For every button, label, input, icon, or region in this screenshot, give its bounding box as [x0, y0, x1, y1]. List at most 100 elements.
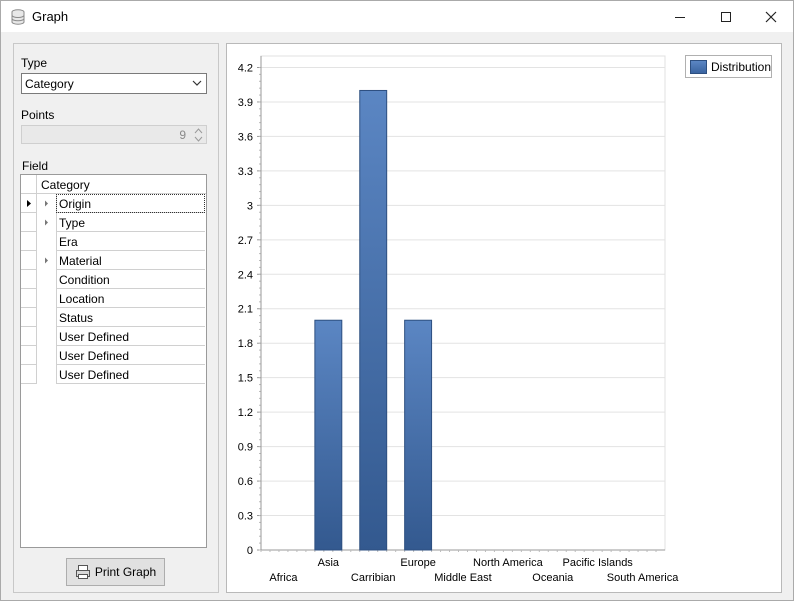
spin-down-icon[interactable] [194, 135, 203, 143]
y-tick-label: 2.4 [238, 269, 253, 281]
field-cell[interactable]: Origin [56, 194, 205, 213]
y-tick-label: 0 [247, 545, 253, 557]
field-row[interactable]: Condition [21, 270, 206, 289]
field-cell[interactable]: Location [56, 289, 205, 308]
y-tick-label: 3.3 [238, 166, 253, 178]
bar-asia[interactable] [314, 319, 343, 551]
expand-cell [37, 232, 56, 251]
chart-legend: Distribution [685, 55, 772, 78]
bar-carribian[interactable] [359, 89, 388, 551]
row-selector[interactable] [21, 270, 37, 289]
field-row[interactable]: Origin [21, 194, 206, 213]
expand-arrow-icon[interactable] [37, 251, 56, 270]
y-tick-label: 2.1 [238, 304, 253, 316]
expand-cell [37, 289, 56, 308]
x-tick-label: North America [473, 557, 544, 569]
current-row-icon [27, 200, 31, 207]
points-stepper[interactable]: 9 [21, 125, 207, 144]
field-row[interactable]: Era [21, 232, 206, 251]
field-row[interactable]: User Defined [21, 346, 206, 365]
field-cell[interactable]: Condition [56, 270, 205, 289]
grid-corner [21, 175, 37, 194]
legend-swatch [690, 60, 707, 74]
type-label: Type [21, 56, 48, 70]
field-row[interactable]: Type [21, 213, 206, 232]
y-tick-label: 4.2 [238, 62, 253, 74]
expand-cell [37, 270, 56, 289]
y-tick-label: 3.9 [238, 97, 253, 109]
grid-header: Category [21, 175, 206, 194]
chevron-down-icon [192, 80, 202, 86]
y-tick-label: 0.6 [238, 476, 253, 488]
print-graph-label: Print Graph [94, 565, 157, 579]
y-tick-label: 0.3 [238, 511, 253, 523]
minimize-icon [675, 16, 685, 18]
y-tick-label: 3.6 [238, 131, 253, 143]
options-panel: Type Category Points 9 Field Category Or… [13, 43, 219, 593]
points-value: 9 [179, 128, 186, 142]
x-tick-label: Europe [400, 557, 435, 569]
expand-cell [37, 346, 56, 365]
expand-cell[interactable] [37, 194, 56, 213]
expand-cell [37, 327, 56, 346]
database-icon [11, 9, 25, 25]
expand-arrow-icon[interactable] [37, 213, 56, 232]
row-selector[interactable] [21, 308, 37, 327]
legend-label: Distribution [711, 60, 772, 74]
expand-cell[interactable] [37, 251, 56, 270]
row-selector[interactable] [21, 232, 37, 251]
field-cell[interactable]: User Defined [56, 365, 205, 384]
row-selector[interactable] [21, 251, 37, 270]
graph-window: Graph Type Category Points 9 Field Categ… [0, 0, 794, 601]
expand-cell [37, 308, 56, 327]
grid-header-label: Category [41, 178, 90, 192]
y-tick-label: 1.2 [238, 407, 253, 419]
maximize-icon [721, 11, 731, 22]
y-tick-label: 1.8 [238, 338, 253, 350]
print-graph-button[interactable]: Print Graph [66, 558, 165, 586]
field-row[interactable]: User Defined [21, 327, 206, 346]
field-cell[interactable]: Status [56, 308, 205, 327]
x-tick-label: Oceania [532, 572, 574, 584]
field-row[interactable]: User Defined [21, 365, 206, 384]
field-cell[interactable]: User Defined [56, 346, 205, 365]
x-tick-label: Carribian [351, 572, 396, 584]
field-row[interactable]: Material [21, 251, 206, 270]
printer-icon [75, 565, 90, 579]
row-selector[interactable] [21, 365, 37, 384]
close-button[interactable] [748, 1, 794, 32]
window-title: Graph [32, 9, 69, 24]
field-row[interactable]: Status [21, 308, 206, 327]
field-cell[interactable]: Material [56, 251, 205, 270]
field-cell[interactable]: Era [56, 232, 205, 251]
bar-chart: 0 0.3 0.6 0.9 1.2 1.5 1.8 2.1 2.4 2.7 3 3.3 3.6 3.9 4.… [238, 55, 679, 584]
spin-up-icon[interactable] [194, 127, 203, 135]
field-row[interactable]: Location [21, 289, 206, 308]
title-bar[interactable]: Graph [1, 1, 793, 32]
expand-cell [37, 365, 56, 384]
expand-cell[interactable] [37, 213, 56, 232]
bar-europe[interactable] [404, 319, 433, 551]
minimize-button[interactable] [657, 1, 703, 32]
row-selector[interactable] [21, 213, 37, 232]
x-tick-label: Africa [269, 572, 298, 584]
row-selector[interactable] [21, 327, 37, 346]
field-grid[interactable]: Category Origin Type Era Material Condition L… [20, 174, 207, 548]
type-dropdown[interactable]: Category [21, 73, 207, 94]
field-label: Field [22, 159, 49, 173]
maximize-button[interactable] [703, 1, 749, 32]
field-cell[interactable]: Type [56, 213, 205, 232]
y-tick-label: 2.7 [238, 235, 253, 247]
row-selector[interactable] [21, 346, 37, 365]
type-dropdown-value: Category [25, 77, 74, 91]
points-label: Points [21, 108, 55, 122]
field-cell[interactable]: User Defined [56, 327, 205, 346]
row-selector[interactable] [21, 289, 37, 308]
expand-arrow-icon[interactable] [37, 194, 56, 213]
x-tick-label: Middle East [434, 572, 491, 584]
x-tick-label: Pacific Islands [563, 557, 634, 569]
y-tick-label: 3 [247, 200, 253, 212]
chart-panel: 0 0.3 0.6 0.9 1.2 1.5 1.8 2.1 2.4 2.7 3 3.3 3.6 3.9 4.… [226, 43, 782, 593]
row-selector[interactable] [21, 194, 37, 213]
x-tick-label: South America [607, 572, 679, 584]
